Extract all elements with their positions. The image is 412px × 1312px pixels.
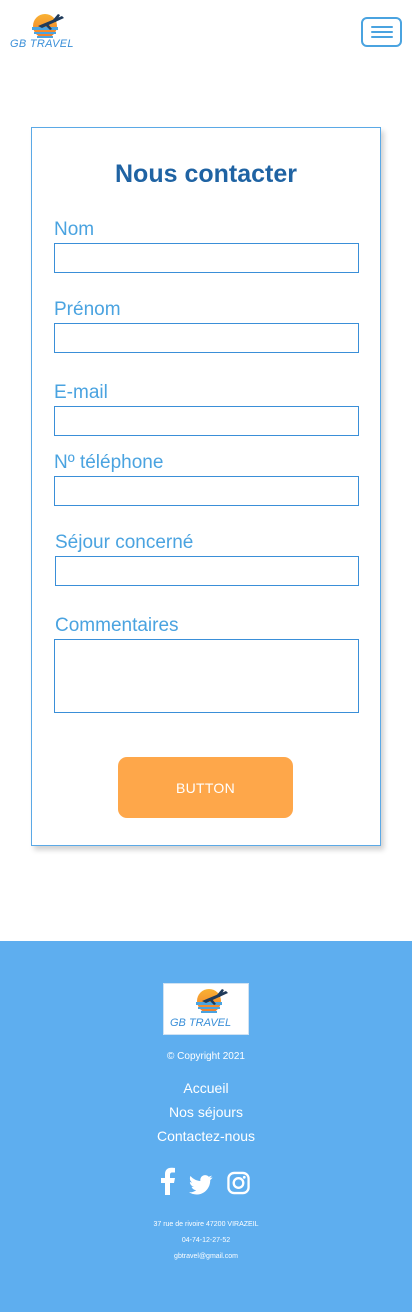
email-field[interactable] [54,406,359,436]
footer-link-contact[interactable]: Contactez-nous [0,1128,412,1144]
facebook-icon[interactable] [160,1167,176,1195]
hamburger-icon-line [371,36,393,38]
prenom-field[interactable] [54,323,359,353]
sejour-field[interactable] [55,556,359,586]
logo-text: GB TRAVEL [10,38,74,50]
nom-field[interactable] [54,243,359,273]
hamburger-icon-line [371,31,393,33]
commentaires-textarea[interactable] [54,639,359,713]
email-label: E-mail [54,382,108,403]
footer-logo[interactable]: GB TRAVEL [163,983,249,1035]
telephone-label: Nº téléphone [54,452,164,473]
sejour-label: Séjour concerné [55,532,194,553]
page-title: Nous contacter [115,160,297,188]
submit-button[interactable]: BUTTON [118,757,293,818]
copyright: © Copyright 2021 [167,1051,245,1062]
hamburger-icon-line [371,26,393,28]
header: GB TRAVEL [0,0,412,64]
logo[interactable]: GB TRAVEL [8,12,82,54]
footer-phone: 04-74-12-27-52 [181,1237,231,1244]
prenom-label: Prénom [54,299,121,320]
footer-link-accueil[interactable]: Accueil [0,1080,412,1096]
commentaires-label: Commentaires [55,615,179,636]
page: GB TRAVEL Nous contacter Nom Prénom E-ma… [0,0,412,1312]
footer-logo-text: GB TRAVEL [170,1017,232,1029]
footer: GB TRAVEL © Copyright 2021 Accueil Nos s… [0,941,412,1312]
footer-link-sejours[interactable]: Nos séjours [0,1104,412,1120]
social-links [0,1167,412,1197]
instagram-icon[interactable] [227,1169,250,1197]
telephone-field[interactable] [54,476,359,506]
contact-form-card: Nous contacter Nom Prénom E-mail Nº télé… [31,127,381,846]
footer-email[interactable]: gbtravel@gmail.com [0,1253,412,1260]
menu-button[interactable] [361,17,402,47]
nom-label: Nom [54,219,95,240]
twitter-icon[interactable] [189,1171,213,1199]
footer-address: 37 rue de rivoire 47200 VIRAZEIL [153,1221,259,1228]
